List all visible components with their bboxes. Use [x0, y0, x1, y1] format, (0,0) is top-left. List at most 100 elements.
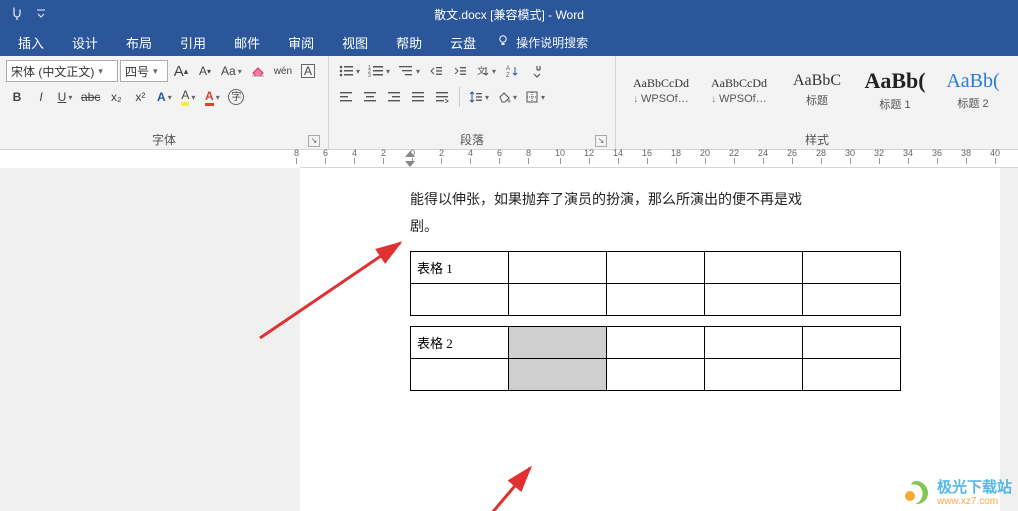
change-case-button[interactable]: Aa▾ — [218, 60, 245, 82]
eraser-icon — [250, 64, 266, 78]
ruler-tick: 2 — [439, 150, 444, 168]
line-spacing-icon — [469, 90, 483, 104]
grow-font-button[interactable]: A▴ — [170, 60, 192, 82]
strike-button[interactable]: abc — [78, 86, 103, 108]
style-name: ↓ WPSOf… — [633, 93, 688, 105]
watermark-logo-icon — [901, 477, 931, 507]
multilevel-button[interactable]: ▾ — [395, 60, 423, 82]
tab-design[interactable]: 设计 — [58, 28, 112, 56]
char-border-button[interactable]: A — [297, 60, 319, 82]
font-dialog-launcher[interactable]: ↘ — [308, 135, 320, 147]
body-text-line1[interactable]: 能得以伸张，如果抛弃了演员的扮演，那么所演出的便不再是戏 — [410, 188, 1000, 215]
align-left-button[interactable] — [335, 86, 357, 108]
window-title: 散文.docx [兼容模式] - Word — [434, 6, 584, 23]
group-font: 宋体 (中文正文)▾ 四号▾ A▴ A▾ Aa▾ wén A B I U▾ ab… — [0, 56, 329, 149]
align-right-button[interactable] — [383, 86, 405, 108]
table-row — [411, 359, 901, 391]
align-center-icon — [363, 91, 377, 103]
text-effects-button[interactable]: A▾ — [153, 86, 175, 108]
pilcrow-icon — [529, 64, 543, 78]
indent-right-icon — [453, 64, 467, 78]
underline-button[interactable]: U▾ — [54, 86, 76, 108]
ruler-tick: 36 — [932, 150, 942, 168]
font-size-combo[interactable]: 四号▾ — [120, 60, 168, 82]
style-item-3[interactable]: AaBb(标题 1 — [856, 62, 934, 118]
tab-cloud[interactable]: 云盘 — [436, 28, 490, 56]
highlight-button[interactable]: A▾ — [177, 86, 199, 108]
ruler-tick: 18 — [671, 150, 681, 168]
show-marks-button[interactable] — [525, 60, 547, 82]
tab-insert[interactable]: 插入 — [4, 28, 58, 56]
table-1[interactable]: 表格 1 — [410, 251, 901, 316]
ruler-tick: 34 — [903, 150, 913, 168]
align-distribute-button[interactable] — [431, 86, 453, 108]
horizontal-ruler[interactable]: 8642024681012141618202224262830323436384… — [300, 150, 1018, 168]
body-text-line2[interactable]: 剧。 — [410, 215, 1000, 242]
clear-format-button[interactable] — [247, 60, 269, 82]
tab-review[interactable]: 审阅 — [274, 28, 328, 56]
group-styles-label: 样式 — [622, 131, 1012, 149]
page[interactable]: 能得以伸张，如果抛弃了演员的扮演，那么所演出的便不再是戏 剧。 表格 1 表格 … — [300, 168, 1000, 511]
tab-references[interactable]: 引用 — [166, 28, 220, 56]
borders-button[interactable]: ▾ — [522, 86, 548, 108]
qat-dropdown-icon[interactable] — [30, 3, 52, 25]
text-direction-button[interactable]: 文▾ — [473, 60, 499, 82]
table-cell[interactable]: 表格 1 — [411, 252, 509, 284]
font-size-value: 四号 — [125, 63, 149, 80]
hanging-indent-marker[interactable] — [405, 161, 415, 167]
style-preview: AaBb( — [946, 70, 999, 93]
align-justify-button[interactable] — [407, 86, 429, 108]
group-font-label: 字体 ↘ — [6, 131, 322, 149]
style-item-0[interactable]: AaBbCcDd↓ WPSOf… — [622, 62, 700, 118]
style-item-1[interactable]: AaBbCcDd↓ WPSOf… — [700, 62, 778, 118]
watermark-text-en: www.xz7.com — [937, 496, 1012, 507]
tab-layout[interactable]: 布局 — [112, 28, 166, 56]
ruler-tick: 40 — [990, 150, 1000, 168]
bullets-button[interactable]: ▾ — [335, 60, 363, 82]
sort-button[interactable]: AZ — [501, 60, 523, 82]
document-area: 能得以伸张，如果抛弃了演员的扮演，那么所演出的便不再是戏 剧。 表格 1 表格 … — [0, 168, 1018, 511]
indent-left-icon — [429, 64, 443, 78]
sort-icon: AZ — [505, 64, 519, 78]
align-distribute-icon — [435, 91, 449, 103]
divider — [459, 87, 460, 107]
table-row: 表格 2 — [411, 327, 901, 359]
style-name: 标题 1 — [879, 96, 910, 112]
bold-button[interactable]: B — [6, 86, 28, 108]
font-color-button[interactable]: A▾ — [201, 86, 223, 108]
touch-mode-icon[interactable] — [6, 3, 28, 25]
ruler-tick: 26 — [787, 150, 797, 168]
numbering-button[interactable]: 123▾ — [365, 60, 393, 82]
shrink-font-button[interactable]: A▾ — [194, 60, 216, 82]
line-spacing-button[interactable]: ▾ — [466, 86, 492, 108]
table-2[interactable]: 表格 2 — [410, 326, 901, 391]
enclose-char-button[interactable]: 字 — [225, 86, 247, 108]
paragraph-dialog-launcher[interactable]: ↘ — [595, 135, 607, 147]
tab-help[interactable]: 帮助 — [382, 28, 436, 56]
phonetic-guide-button[interactable]: wén — [271, 60, 295, 82]
superscript-button[interactable]: x² — [129, 86, 151, 108]
shading-button[interactable]: ▾ — [494, 86, 520, 108]
ribbon: 宋体 (中文正文)▾ 四号▾ A▴ A▾ Aa▾ wén A B I U▾ ab… — [0, 56, 1018, 150]
tab-view[interactable]: 视图 — [328, 28, 382, 56]
align-justify-icon — [411, 91, 425, 103]
group-paragraph: ▾ 123▾ ▾ 文▾ AZ ▾ ▾ ▾ 段落 — [329, 56, 616, 149]
tab-mail[interactable]: 邮件 — [220, 28, 274, 56]
italic-button[interactable]: I — [30, 86, 52, 108]
increase-indent-button[interactable] — [449, 60, 471, 82]
font-name-combo[interactable]: 宋体 (中文正文)▾ — [6, 60, 118, 82]
ruler-tick: 10 — [555, 150, 565, 168]
table-cell[interactable]: 表格 2 — [411, 327, 509, 359]
numbering-icon: 123 — [368, 64, 384, 78]
styles-gallery[interactable]: AaBbCcDd↓ WPSOf…AaBbCcDd↓ WPSOf…AaBbC标题A… — [622, 60, 1012, 118]
decrease-indent-button[interactable] — [425, 60, 447, 82]
ruler-tick: 12 — [584, 150, 594, 168]
style-item-2[interactable]: AaBbC标题 — [778, 62, 856, 118]
subscript-button[interactable]: x₂ — [105, 86, 127, 108]
tell-me-search[interactable]: 操作说明搜索 — [496, 28, 588, 56]
align-center-button[interactable] — [359, 86, 381, 108]
style-item-4[interactable]: AaBb(标题 2 — [934, 62, 1012, 118]
ribbon-tabs: 插入 设计 布局 引用 邮件 审阅 视图 帮助 云盘 操作说明搜索 — [0, 28, 1018, 56]
borders-icon — [525, 90, 539, 104]
first-line-indent-marker[interactable] — [405, 151, 415, 157]
